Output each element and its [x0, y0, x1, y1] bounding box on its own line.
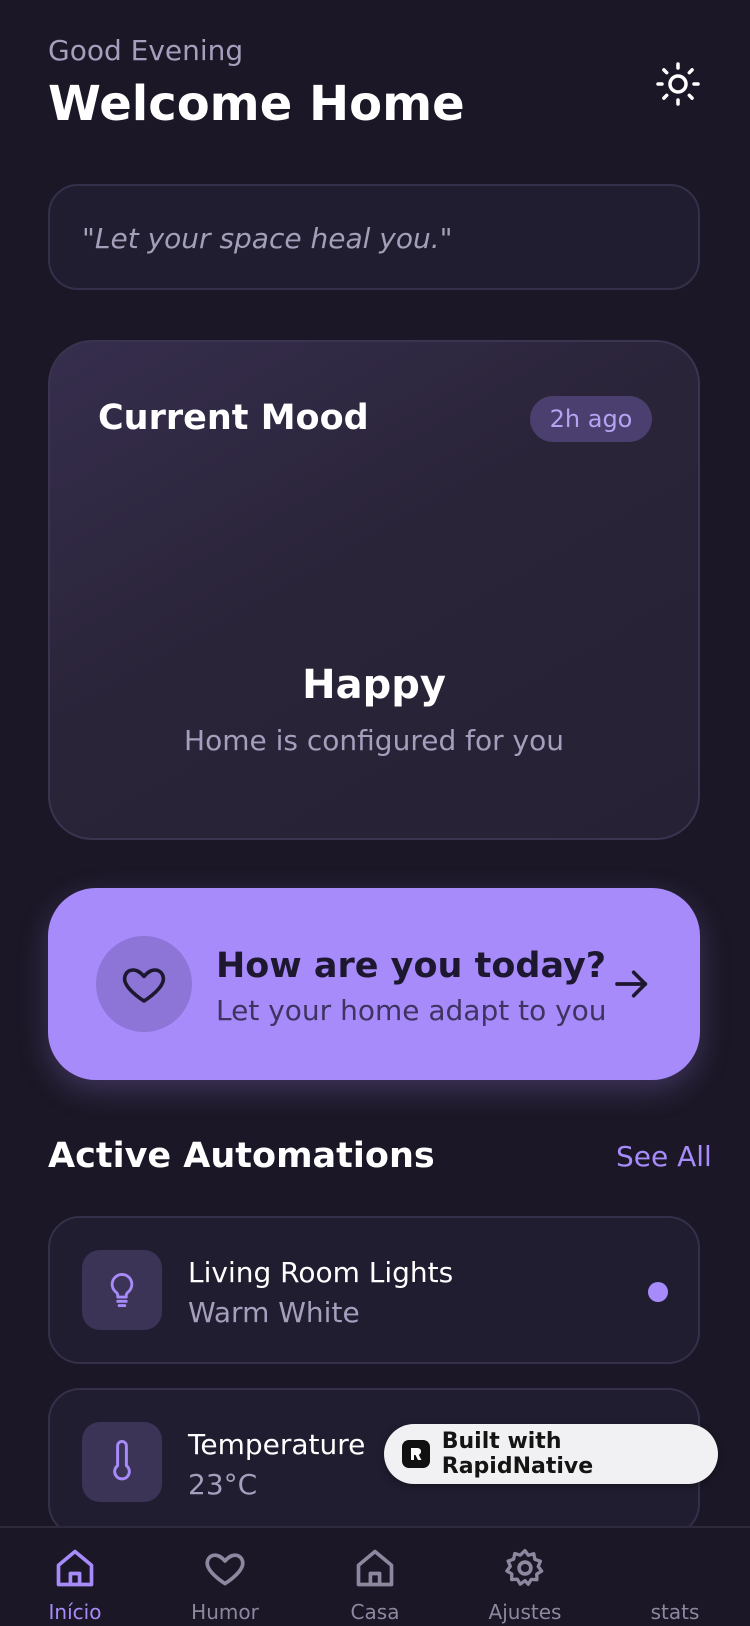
current-mood-card[interactable]: Current Mood 2h ago Happy Home is config…	[48, 340, 700, 840]
home-icon	[56, 1549, 94, 1587]
automations-section-title: Active Automations	[48, 1136, 435, 1176]
theme-toggle-button[interactable]	[652, 58, 704, 110]
time-ago-badge: 2h ago	[530, 396, 652, 442]
mood-subtitle: Home is configured for you	[184, 724, 564, 757]
lightbulb-icon	[110, 1273, 134, 1308]
quote-card: "Let your space heal you."	[48, 184, 700, 290]
checkin-title: How are you today?	[216, 946, 607, 986]
tab-label: Início	[48, 1600, 102, 1624]
gear-icon	[505, 1548, 544, 1586]
checkin-subtitle: Let your home adapt to you	[216, 994, 607, 1027]
automation-icon-box	[82, 1250, 162, 1330]
tab-label: Humor	[191, 1600, 259, 1624]
tab-label: Casa	[350, 1600, 400, 1624]
thermometer-icon	[113, 1440, 131, 1481]
tab-ajustes[interactable]: Ajustes	[450, 1528, 600, 1626]
see-all-link[interactable]: See All	[616, 1140, 712, 1173]
automation-name: Living Room Lights	[188, 1256, 454, 1289]
bottom-tab-bar: Início Humor Casa Ajustes stats	[0, 1526, 750, 1626]
quote-text: "Let your space heal you."	[82, 222, 453, 255]
tab-label: Ajustes	[488, 1600, 562, 1624]
sun-icon	[656, 62, 700, 106]
mood-value: Happy	[302, 662, 446, 708]
tab-casa[interactable]: Casa	[300, 1528, 450, 1626]
mood-checkin-button[interactable]: How are you today? Let your home adapt t…	[48, 888, 700, 1080]
automation-name: Temperature	[188, 1428, 366, 1461]
tab-label: stats	[650, 1600, 700, 1624]
checkin-icon-circle	[96, 936, 192, 1032]
rapidnative-badge[interactable]: Built with RapidNative	[384, 1424, 718, 1484]
tab-humor[interactable]: Humor	[150, 1528, 300, 1626]
arrow-right-icon	[615, 970, 648, 998]
heart-icon	[205, 1553, 245, 1586]
page-title: Welcome Home	[48, 76, 465, 132]
tab-inicio[interactable]: Início	[0, 1528, 150, 1626]
automation-detail: Warm White	[188, 1296, 360, 1329]
automation-icon-box	[82, 1422, 162, 1502]
current-mood-label: Current Mood	[98, 398, 369, 438]
tab-stats[interactable]: stats	[600, 1528, 750, 1626]
rapidnative-badge-text: Built with RapidNative	[441, 1429, 594, 1479]
house-icon	[356, 1549, 394, 1587]
automation-detail: 23°C	[188, 1468, 258, 1501]
rapidnative-logo-icon	[402, 1440, 430, 1468]
automation-card-lights[interactable]: Living Room Lights Warm White	[48, 1216, 700, 1364]
heart-icon	[122, 968, 166, 1003]
active-status-dot	[648, 1282, 668, 1302]
greeting-text: Good Evening	[48, 34, 244, 67]
